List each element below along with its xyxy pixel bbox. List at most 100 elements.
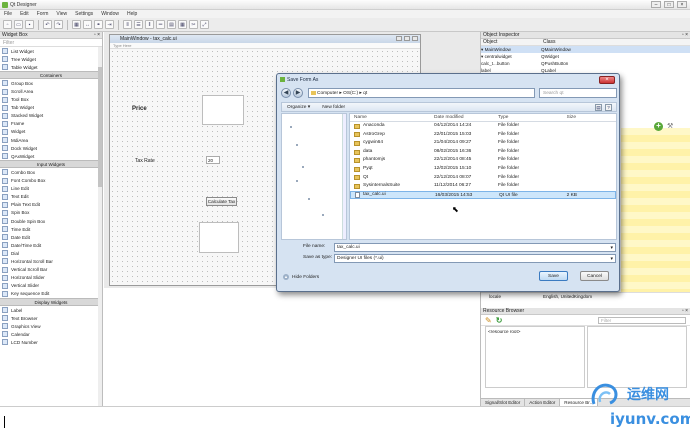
tab-signal-slot-editor[interactable]: Signal/Slot Editor xyxy=(481,399,526,406)
result-textbox[interactable] xyxy=(199,222,239,253)
widget-list-item[interactable]: Graphics View xyxy=(0,322,102,330)
property-value-column[interactable] xyxy=(621,128,690,298)
nav-tree-node[interactable] xyxy=(296,144,298,146)
scrollbar-thumb[interactable] xyxy=(98,67,102,187)
widget-list-item[interactable]: Dock Widget xyxy=(0,144,102,152)
panel-float-close-icon[interactable]: ▫ × xyxy=(94,32,100,39)
widget-list-item[interactable]: Stacked Widget xyxy=(0,112,102,120)
maximize-button[interactable]: □ xyxy=(664,1,674,8)
hide-folders-toggle[interactable]: ▲ Hide Folders xyxy=(283,274,319,280)
edit-tab-order-icon[interactable]: ⇥ xyxy=(105,20,114,29)
adjust-size-icon[interactable]: ⤢ xyxy=(200,20,209,29)
new-folder-button[interactable]: New folder xyxy=(322,105,345,110)
widget-list-item[interactable]: Tree Widget xyxy=(0,55,102,63)
menu-settings[interactable]: Settings xyxy=(75,11,93,17)
column-type[interactable]: Type xyxy=(498,114,548,121)
file-row[interactable]: SysinternalsSuite 11/12/2014 06:27 File fo… xyxy=(350,182,616,191)
widget-list-item[interactable]: Widget xyxy=(0,128,102,136)
save-form-icon[interactable]: ▪ xyxy=(25,20,34,29)
widget-list-item[interactable]: Spin Box xyxy=(0,209,102,217)
layout-grid-icon[interactable]: ▦ xyxy=(178,20,187,29)
widget-box-scrollbar[interactable] xyxy=(98,47,102,406)
widget-list-item[interactable]: Line Edit xyxy=(0,185,102,193)
address-bar[interactable]: Computer ▸ OS(C:) ▸ qt xyxy=(308,88,535,98)
menu-view[interactable]: View xyxy=(56,11,67,17)
search-input[interactable]: Search qt xyxy=(539,88,617,98)
widget-filter-input[interactable]: Filter xyxy=(0,39,102,47)
organize-menu[interactable]: Organize ▾ xyxy=(287,105,310,110)
edit-signals-icon[interactable]: ↔ xyxy=(83,20,92,29)
widget-list-item[interactable]: Dial xyxy=(0,249,102,257)
widget-list-item[interactable]: Vertical Slider xyxy=(0,282,102,290)
filename-input[interactable]: tax_calc.ui ▾ xyxy=(334,243,616,252)
resource-tree[interactable]: <resource root> xyxy=(485,326,585,388)
widget-list-item[interactable]: LCD Number xyxy=(0,338,102,346)
layout-vertical-icon[interactable]: ☰ xyxy=(134,20,143,29)
widget-list-item[interactable]: Date Edit xyxy=(0,233,102,241)
open-form-icon[interactable]: ▭ xyxy=(14,20,23,29)
column-class[interactable]: Class xyxy=(541,39,601,45)
nav-tree-node[interactable] xyxy=(296,180,298,182)
widget-list-item[interactable]: Text Edit xyxy=(0,193,102,201)
reload-icon[interactable]: ↻ xyxy=(496,316,503,325)
form-maximize-button[interactable] xyxy=(404,36,410,41)
widget-list-item[interactable]: Calendar xyxy=(0,330,102,338)
file-row[interactable]: Qt 22/12/2014 08:07 File folder xyxy=(350,174,616,183)
panel-float-close-icon[interactable]: ▫ × xyxy=(682,32,688,39)
property-value[interactable]: English, UnitedKingdom xyxy=(543,293,592,299)
undo-icon[interactable]: ↶ xyxy=(43,20,52,29)
widget-list-item[interactable]: Tool Box xyxy=(0,96,102,104)
file-row[interactable]: AstroGrep 22/01/2015 15:03 File folder xyxy=(350,131,616,140)
menu-window[interactable]: Window xyxy=(101,11,119,17)
edit-resources-icon[interactable]: ✎ xyxy=(485,316,492,325)
widget-list-item[interactable]: MdiArea xyxy=(0,136,102,144)
form-close-button[interactable] xyxy=(412,36,418,41)
property-row-locale[interactable]: locale English, UnitedKingdom xyxy=(481,292,690,299)
file-row[interactable]: data 08/02/2015 16:36 File folder xyxy=(350,148,616,157)
column-size[interactable]: Size xyxy=(548,114,608,121)
widget-list-item[interactable]: Key sequence Edit xyxy=(0,290,102,298)
forward-arrow-icon[interactable]: ▶ xyxy=(293,88,303,98)
tab-action-editor[interactable]: Action Editor xyxy=(525,399,561,406)
layout-form-icon[interactable]: ▤ xyxy=(167,20,176,29)
tree-row[interactable]: ▾ centralwidget QWidget xyxy=(481,53,690,60)
menu-help[interactable]: Help xyxy=(127,11,137,17)
cancel-button[interactable]: Cancel xyxy=(580,271,609,281)
file-row[interactable]: cygwin64 21/04/2014 09:27 File folder xyxy=(350,139,616,148)
calculate-tax-button[interactable]: Calculate Tax xyxy=(206,197,237,206)
save-type-select[interactable]: Designer UI files (*.ui) ▾ xyxy=(334,254,616,263)
widget-list-item[interactable]: Time Edit xyxy=(0,225,102,233)
menu-form[interactable]: Form xyxy=(37,11,49,17)
breadcrumb-drive[interactable]: OS(C:) xyxy=(343,91,358,96)
file-row[interactable]: phantomjs 22/12/2014 08:45 File folder xyxy=(350,156,616,165)
column-object[interactable]: Object xyxy=(481,39,541,45)
widget-list-item[interactable]: Tab Widget xyxy=(0,104,102,112)
breadcrumb-computer[interactable]: Computer xyxy=(317,91,338,96)
minimize-button[interactable]: – xyxy=(651,1,661,8)
menu-file[interactable]: File xyxy=(4,11,12,17)
layout-splitter-h-icon[interactable]: ‖ xyxy=(145,20,154,29)
column-date-modified[interactable]: Date modified xyxy=(434,114,498,121)
widget-list-item[interactable]: Horizontal Scroll Bar xyxy=(0,257,102,265)
edit-buddies-icon[interactable]: ⚭ xyxy=(94,20,103,29)
nav-tree-node[interactable] xyxy=(302,166,304,168)
widget-list-item[interactable]: Double Spin Box xyxy=(0,217,102,225)
resource-root-item[interactable]: <resource root> xyxy=(488,329,520,334)
widget-list-item[interactable]: Label xyxy=(0,306,102,314)
panel-float-close-icon[interactable]: ▫ × xyxy=(682,308,688,315)
tax-rate-spinbox[interactable]: 20 xyxy=(206,156,220,164)
add-dynamic-property-icon[interactable]: + xyxy=(654,122,663,131)
widget-list-item[interactable]: Plain Text Edit xyxy=(0,201,102,209)
tree-row[interactable]: ▾ MainWindow QMainWindow xyxy=(481,46,690,53)
nav-tree-node[interactable] xyxy=(322,214,324,216)
new-form-icon[interactable]: ▫ xyxy=(3,20,12,29)
close-button[interactable]: × xyxy=(677,1,687,8)
redo-icon[interactable]: ↷ xyxy=(54,20,63,29)
widget-category-header[interactable]: Containers xyxy=(0,71,102,80)
layout-horizontal-icon[interactable]: ⫴ xyxy=(123,20,132,29)
back-arrow-icon[interactable]: ◀ xyxy=(281,88,291,98)
widget-category-header[interactable]: Display Widgets xyxy=(0,297,102,306)
form-minimize-button[interactable] xyxy=(396,36,402,41)
navigation-pane[interactable] xyxy=(281,113,347,240)
widget-list-item[interactable]: Combo Box xyxy=(0,168,102,176)
